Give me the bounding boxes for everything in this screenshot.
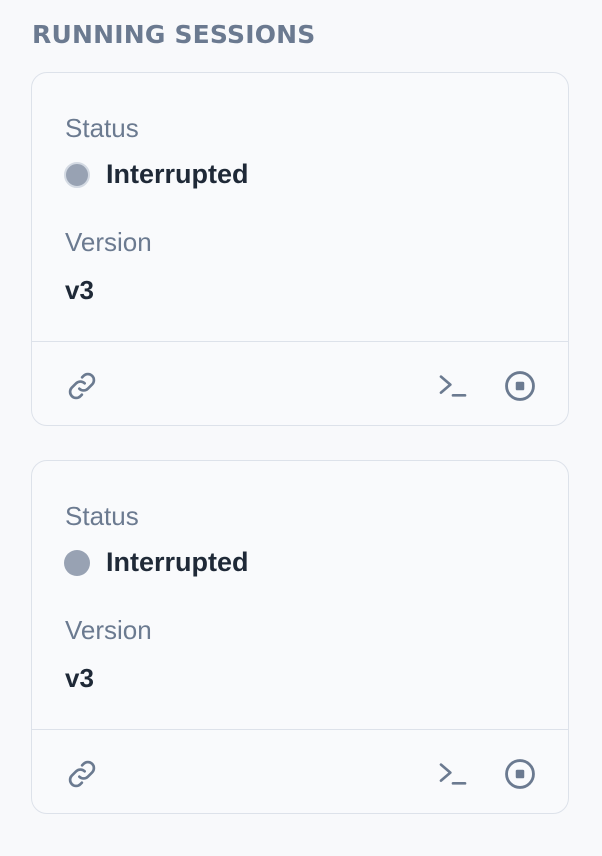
status-dot-icon — [64, 161, 90, 188]
terminal-icon — [439, 763, 467, 785]
section-title: RUNNING SESSIONS — [32, 20, 316, 49]
version-label: Version — [65, 227, 152, 257]
session-card: Status Interrupted Version v3 — [31, 72, 569, 426]
status-value: Interrupted — [106, 547, 249, 577]
link-icon — [68, 372, 96, 400]
status-row: Interrupted — [64, 159, 249, 190]
stop-icon — [505, 371, 535, 401]
status-row: Interrupted — [64, 547, 249, 578]
session-actions — [32, 341, 568, 425]
version-value: v3 — [65, 663, 94, 693]
version-label: Version — [65, 615, 152, 645]
status-dot-icon — [64, 549, 90, 576]
status-value: Interrupted — [106, 159, 249, 189]
link-button[interactable] — [64, 756, 100, 792]
link-button[interactable] — [64, 368, 100, 404]
session-actions — [32, 729, 568, 813]
stop-button[interactable] — [502, 368, 538, 404]
status-label: Status — [65, 113, 139, 143]
session-details: Status Interrupted Version v3 — [32, 73, 568, 341]
session-details: Status Interrupted Version v3 — [32, 461, 568, 729]
link-icon — [68, 760, 96, 788]
session-card: Status Interrupted Version v3 — [31, 460, 569, 814]
stop-button[interactable] — [502, 756, 538, 792]
running-sessions-panel: RUNNING SESSIONS Status Interrupted Vers… — [0, 0, 602, 856]
terminal-icon — [439, 375, 467, 397]
terminal-button[interactable] — [435, 756, 471, 792]
version-value: v3 — [65, 275, 94, 305]
session-list: Status Interrupted Version v3 Status Int… — [31, 72, 571, 848]
terminal-button[interactable] — [435, 368, 471, 404]
stop-icon — [505, 759, 535, 789]
status-label: Status — [65, 501, 139, 531]
